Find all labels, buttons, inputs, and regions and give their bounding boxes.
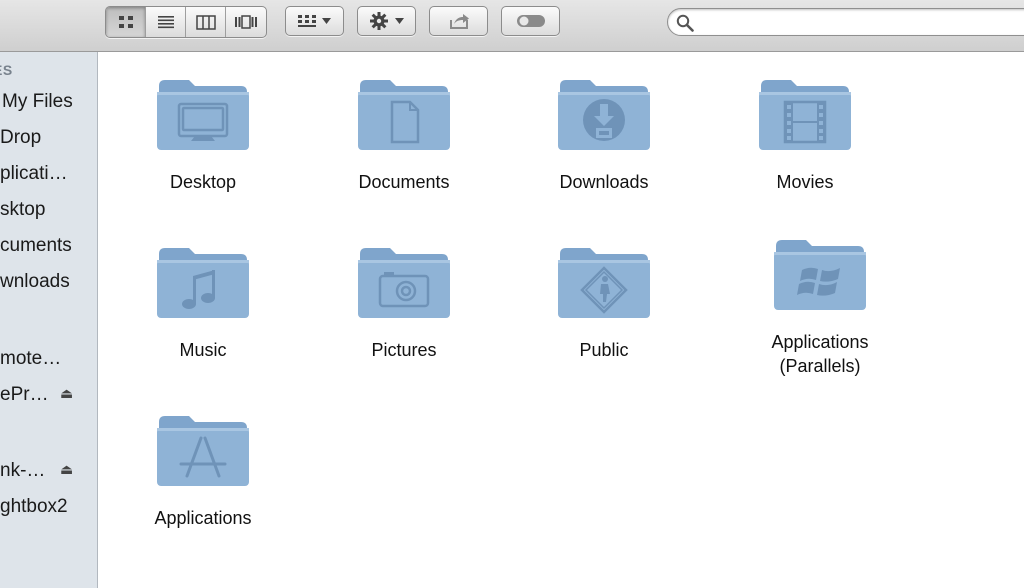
- sidebar-item-downloads[interactable]: wnloads: [0, 270, 70, 294]
- folder-label: Pictures: [371, 340, 437, 360]
- applications-folder-icon: [157, 416, 249, 486]
- folder-label: Documents: [358, 172, 450, 192]
- folder-item-applications[interactable]: Applications: [148, 412, 258, 530]
- folder-label: Applications: [154, 508, 252, 528]
- sidebar-item-device-1[interactable]: ePr…: [0, 383, 49, 407]
- icon-view-icon: [118, 16, 133, 28]
- share-button[interactable]: [429, 6, 488, 36]
- folder-item-documents[interactable]: Documents: [349, 76, 459, 194]
- sidebar-item-remote-disc[interactable]: mote…: [0, 347, 61, 371]
- sidebar: ES My Files Drop plicati… sktop cuments …: [0, 52, 98, 588]
- folder-item-desktop[interactable]: Desktop: [148, 76, 258, 194]
- folder-label-line-1: Applications: [771, 332, 869, 352]
- documents-folder-icon: [358, 80, 450, 150]
- folder-item-downloads[interactable]: Downloads: [549, 76, 659, 194]
- folder-label: Movies: [776, 172, 834, 192]
- search-field[interactable]: [667, 8, 1024, 36]
- sidebar-item-airdrop[interactable]: Drop: [0, 126, 41, 150]
- folder-item-pictures[interactable]: Pictures: [349, 244, 459, 362]
- search-icon: [676, 14, 694, 32]
- coverflow-view-button[interactable]: [226, 7, 266, 37]
- folder-label: Music: [179, 340, 227, 360]
- eject-icon[interactable]: ⏏: [60, 461, 73, 478]
- column-view-icon: [195, 14, 216, 30]
- folder-item-applications-parallels[interactable]: Applications (Parallels): [765, 236, 875, 378]
- sidebar-item-device-3[interactable]: ghtbox2: [0, 495, 68, 519]
- public-folder-icon: [558, 248, 650, 318]
- arrange-button[interactable]: [285, 6, 344, 36]
- list-view-button[interactable]: [146, 7, 186, 37]
- share-icon: [449, 14, 469, 29]
- arrange-grid-icon: [298, 15, 316, 27]
- folder-label: Public: [579, 340, 629, 360]
- folder-label: Applications (Parallels): [771, 330, 868, 378]
- column-view-button[interactable]: [186, 7, 226, 37]
- sidebar-item-applications[interactable]: plicati…: [0, 162, 68, 186]
- search-input[interactable]: [698, 12, 1024, 34]
- view-mode-segmented-control: [105, 6, 267, 38]
- movies-folder-icon: [759, 80, 851, 150]
- chevron-down-icon: [395, 18, 404, 24]
- action-button[interactable]: [357, 6, 416, 36]
- toolbar: [0, 0, 1024, 52]
- sidebar-item-documents[interactable]: cuments: [0, 234, 72, 258]
- sidebar-section-header: ES: [0, 62, 13, 78]
- toggle-pill-icon: [516, 15, 545, 27]
- music-folder-icon: [157, 248, 249, 318]
- sidebar-item-all-my-files[interactable]: My Files: [2, 90, 73, 114]
- coverflow-view-icon: [235, 15, 257, 29]
- folder-label: Downloads: [559, 172, 649, 192]
- icon-view-content: Desktop Documents Downloads Movies Music…: [99, 52, 1024, 588]
- gear-icon: [370, 12, 388, 30]
- folder-item-music[interactable]: Music: [148, 244, 258, 362]
- downloads-folder-icon: [558, 80, 650, 150]
- sidebar-item-device-2[interactable]: nk-…: [0, 459, 45, 483]
- icon-view-button[interactable]: [106, 7, 146, 37]
- tags-toggle-button[interactable]: [501, 6, 560, 36]
- folder-item-public[interactable]: Public: [549, 244, 659, 362]
- folder-item-movies[interactable]: Movies: [750, 76, 860, 194]
- windows-applications-folder-icon: [774, 240, 866, 310]
- sidebar-item-desktop[interactable]: sktop: [0, 198, 45, 222]
- eject-icon[interactable]: ⏏: [60, 385, 73, 402]
- folder-label: Desktop: [169, 172, 237, 192]
- list-view-icon: [157, 16, 174, 29]
- chevron-down-icon: [322, 18, 331, 24]
- pictures-folder-icon: [358, 248, 450, 318]
- desktop-folder-icon: [157, 80, 249, 150]
- folder-label-line-2: (Parallels): [779, 356, 861, 376]
